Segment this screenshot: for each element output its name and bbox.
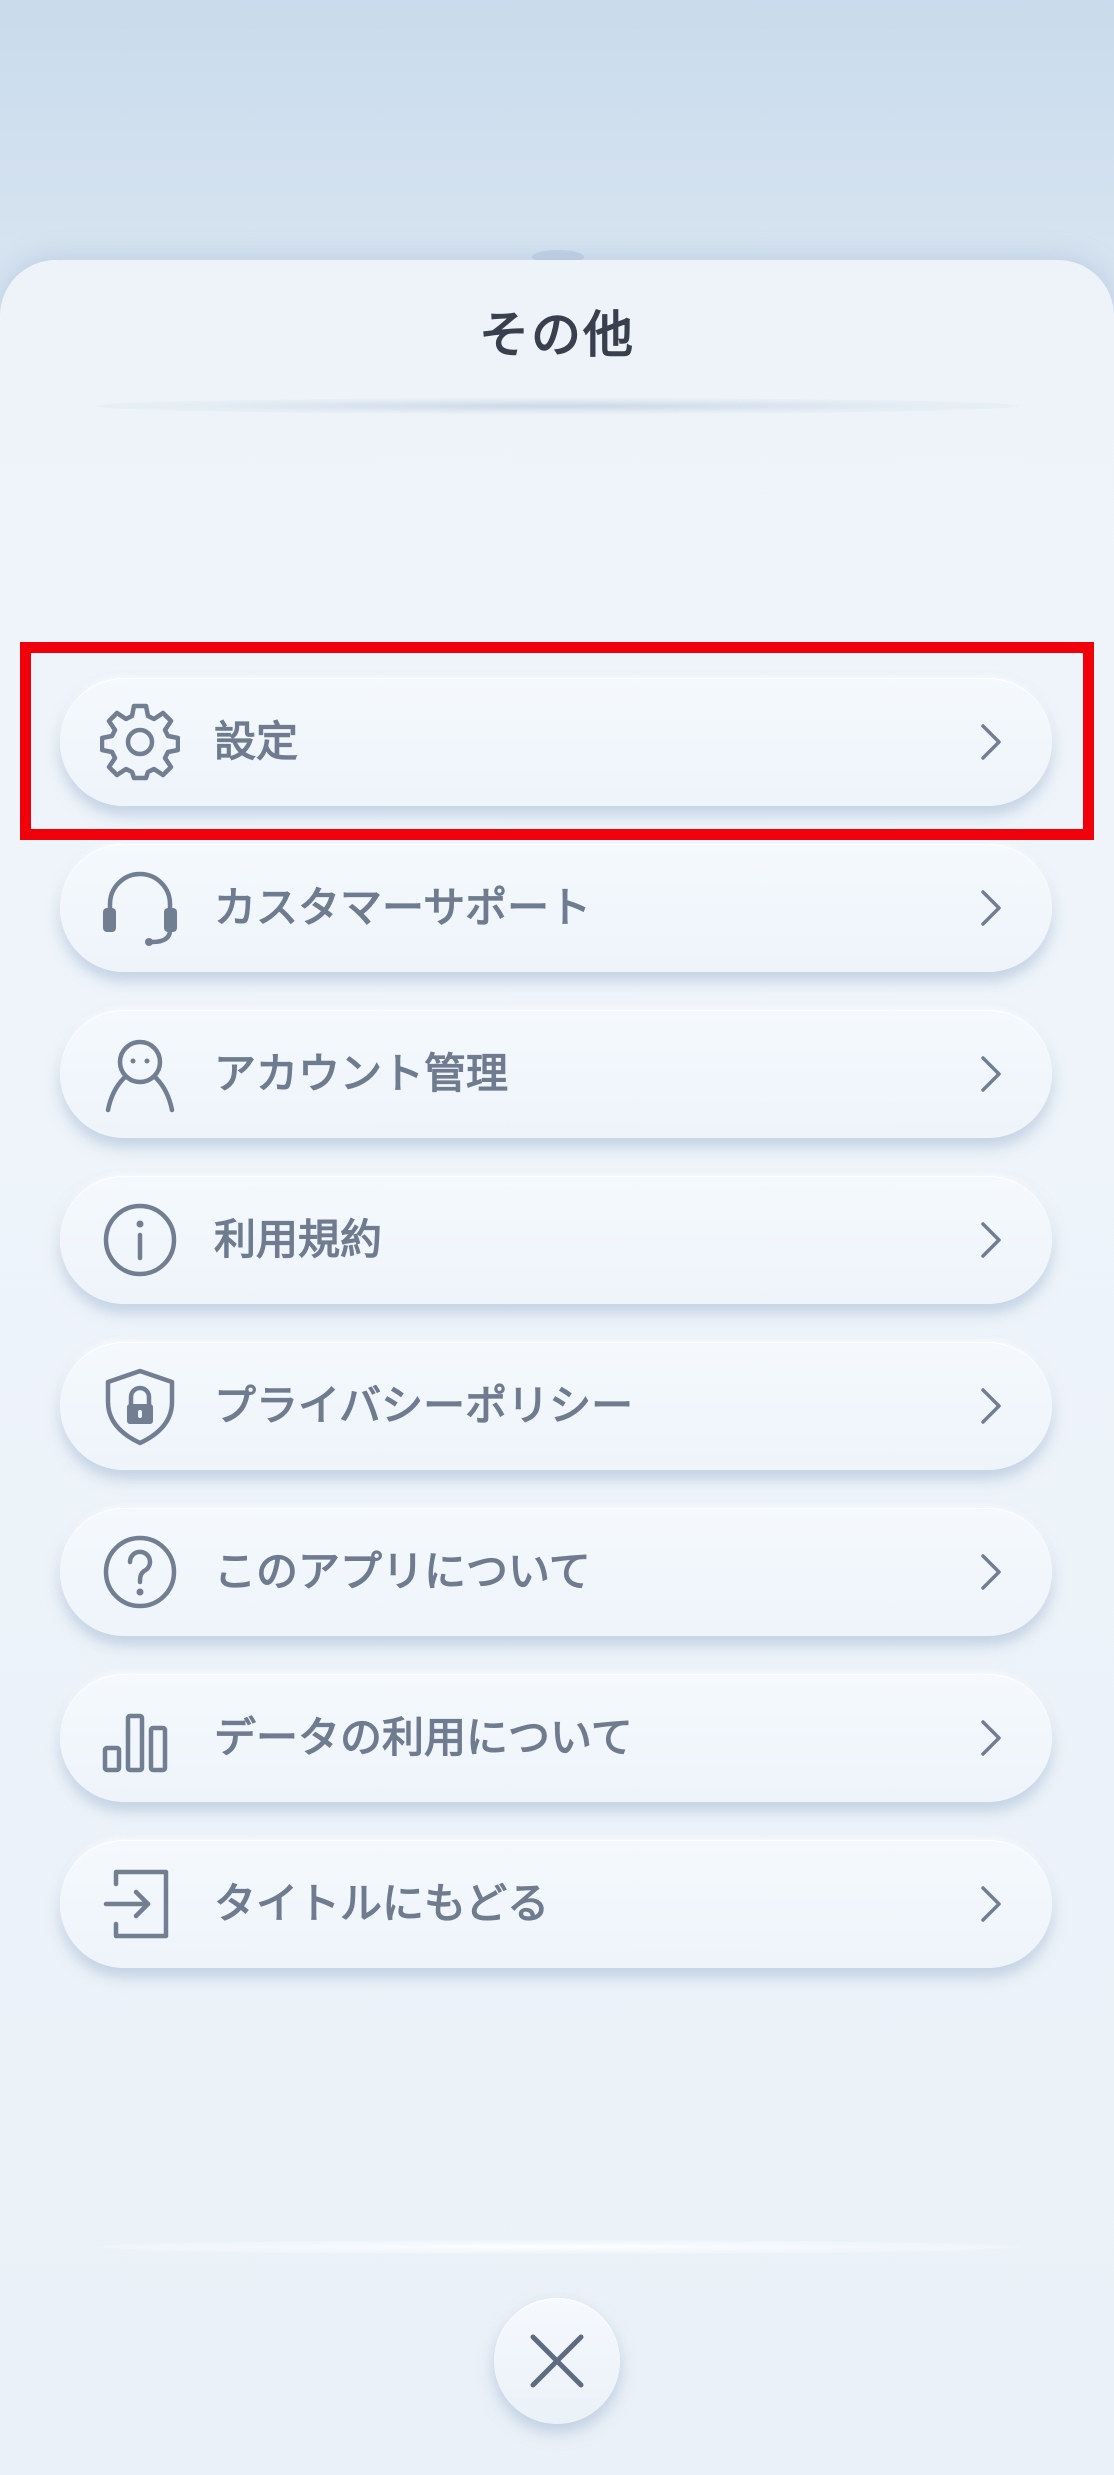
menu-item-privacy-policy[interactable]: プライバシーポリシー — [60, 1342, 1052, 1470]
menu-item-label: アカウント管理 — [214, 1049, 509, 1098]
chevron-right-icon — [966, 1050, 1014, 1098]
bar-chart-icon — [100, 1698, 180, 1778]
close-button[interactable] — [494, 2298, 620, 2424]
question-icon — [100, 1532, 180, 1612]
menu-item-terms-of-use[interactable]: 利用規約 — [60, 1176, 1052, 1304]
menu-item-label: カスタマーサポート — [214, 883, 592, 932]
sheet-title: その他 — [479, 306, 635, 364]
chevron-right-icon — [966, 1216, 1014, 1264]
gear-icon — [100, 702, 180, 782]
chevron-right-icon — [966, 884, 1014, 932]
chevron-right-icon — [966, 1714, 1014, 1762]
menu-item-label: プライバシーポリシー — [214, 1381, 634, 1430]
menu-item-label: タイトルにもどる — [214, 1879, 550, 1928]
shield-lock-icon — [100, 1366, 180, 1446]
exit-icon — [100, 1864, 180, 1944]
close-icon — [530, 2334, 584, 2388]
menu-item-back-to-title[interactable]: タイトルにもどる — [60, 1840, 1052, 1968]
info-icon — [100, 1200, 180, 1280]
menu-item-settings[interactable]: 設定 — [60, 678, 1052, 806]
headset-icon — [100, 868, 180, 948]
menu-item-label: このアプリについて — [214, 1547, 591, 1596]
menu-item-label: データの利用について — [214, 1713, 633, 1762]
menu-item-label: 設定 — [214, 717, 299, 766]
bottom-divider — [95, 2240, 1019, 2254]
menu-item-customer-support[interactable]: カスタマーサポート — [60, 844, 1052, 972]
menu-item-label: 利用規約 — [214, 1215, 383, 1264]
other-menu-screen: その他 設定 カスタマーサポート アカウント管理 利用規約 プライバシーポリシー… — [0, 0, 1114, 2475]
chevron-right-icon — [966, 718, 1014, 766]
menu-item-data-usage[interactable]: データの利用について — [60, 1674, 1052, 1802]
user-icon — [100, 1034, 180, 1114]
menu-item-account-management[interactable]: アカウント管理 — [60, 1010, 1052, 1138]
chevron-right-icon — [966, 1880, 1014, 1928]
chevron-right-icon — [966, 1548, 1014, 1596]
title-divider — [95, 398, 1019, 414]
menu-item-about-app[interactable]: このアプリについて — [60, 1508, 1052, 1636]
chevron-right-icon — [966, 1382, 1014, 1430]
